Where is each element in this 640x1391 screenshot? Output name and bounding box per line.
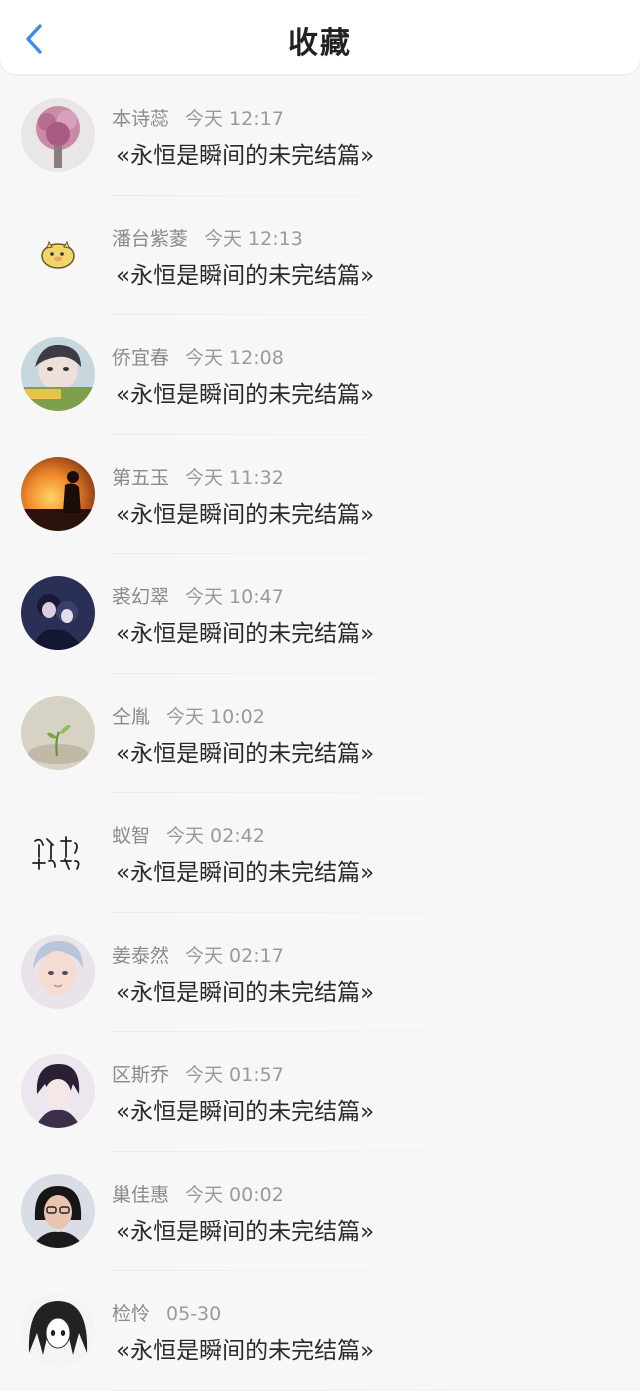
- avatar[interactable]: [21, 456, 95, 531]
- list-item[interactable]: 巢佳惠 今天 00:02 «永恒是瞬间的未完结篇»: [0, 1152, 640, 1271]
- favorites-list: 本诗蕊 今天 12:17 «永恒是瞬间的未完结篇» 潘台紫菱 今天 12:13 «永…: [0, 76, 640, 1391]
- message-text: «永恒是瞬间的未完结篇»: [116, 621, 375, 647]
- timestamp: 今天 00:02: [185, 1183, 284, 1206]
- item-meta: 仝胤 今天 10:02: [112, 702, 265, 729]
- sender-name: 潘台紫菱: [112, 227, 189, 250]
- item-meta: 侨宜春 今天 12:08: [112, 343, 284, 370]
- sender-name: 区斯乔: [112, 1064, 170, 1086]
- list-item[interactable]: 潘台紫菱 今天 12:13 «永恒是瞬间的未完结篇»: [0, 196, 640, 315]
- timestamp: 今天 02:17: [185, 944, 284, 967]
- list-item[interactable]: 第五玉 今天 11:32 «永恒是瞬间的未完结篇»: [0, 435, 640, 554]
- avatar[interactable]: [21, 695, 95, 770]
- avatar[interactable]: [21, 934, 95, 1009]
- avatar[interactable]: [21, 217, 95, 292]
- timestamp: 今天 01:57: [185, 1064, 284, 1086]
- message-text: «永恒是瞬间的未完结篇»: [116, 1099, 375, 1125]
- sender-name: 裘幻翠: [112, 586, 170, 608]
- avatar[interactable]: [21, 1173, 95, 1248]
- avatar[interactable]: [21, 576, 95, 650]
- avatar[interactable]: [21, 337, 95, 411]
- sender-name: 巢佳惠: [112, 1183, 170, 1206]
- list-item[interactable]: 检怜 05-30 «永恒是瞬间的未完结篇»: [0, 1271, 640, 1391]
- sender-name: 第五玉: [112, 466, 170, 489]
- item-meta: 潘台紫菱 今天 12:13: [112, 224, 303, 251]
- item-meta: 第五玉 今天 11:32: [112, 463, 284, 490]
- avatar[interactable]: [21, 98, 95, 172]
- avatar[interactable]: [21, 815, 95, 889]
- sender-name: 检怜: [112, 1303, 151, 1325]
- timestamp: 05-30: [166, 1303, 222, 1325]
- timestamp: 今天 10:47: [185, 586, 284, 608]
- message-text: «永恒是瞬间的未完结篇»: [116, 1218, 375, 1245]
- page-title: 收藏: [288, 26, 352, 61]
- sender-name: 本诗蕊: [112, 108, 170, 130]
- sender-name: 仝胤: [112, 705, 151, 728]
- message-text: «永恒是瞬间的未完结篇»: [116, 860, 375, 886]
- timestamp: 今天 11:32: [185, 466, 284, 489]
- message-text: «永恒是瞬间的未完结篇»: [116, 382, 375, 408]
- list-item[interactable]: 蚁智 今天 02:42 «永恒是瞬间的未完结篇»: [0, 793, 640, 913]
- message-text: «永恒是瞬间的未完结篇»: [116, 143, 375, 169]
- timestamp: 今天 12:13: [204, 227, 303, 250]
- message-text: «永恒是瞬间的未完结篇»: [116, 979, 375, 1006]
- item-meta: 裘幻翠 今天 10:47: [112, 582, 284, 609]
- list-item[interactable]: 侨宜春 今天 12:08 «永恒是瞬间的未完结篇»: [0, 315, 640, 435]
- timestamp: 今天 10:02: [166, 705, 265, 728]
- avatar[interactable]: [21, 1293, 95, 1367]
- divider: [112, 1389, 580, 1391]
- timestamp: 今天 12:17: [185, 108, 284, 130]
- avatar[interactable]: [21, 1054, 95, 1128]
- message-text: «永恒是瞬间的未完结篇»: [116, 501, 375, 528]
- list-item[interactable]: 区斯乔 今天 01:57 «永恒是瞬间的未完结篇»: [0, 1032, 640, 1152]
- sender-name: 侨宜春: [112, 347, 170, 369]
- sender-name: 姜泰然: [112, 944, 170, 967]
- item-meta: 区斯乔 今天 01:57: [112, 1060, 284, 1087]
- item-meta: 巢佳惠 今天 00:02: [112, 1180, 284, 1207]
- timestamp: 今天 12:08: [185, 347, 284, 369]
- item-meta: 本诗蕊 今天 12:17: [112, 104, 284, 131]
- top-bar: 收藏: [0, 0, 640, 74]
- item-meta: 检怜 05-30: [112, 1299, 221, 1326]
- message-text: «永恒是瞬间的未完结篇»: [116, 740, 375, 767]
- message-text: «永恒是瞬间的未完结篇»: [116, 262, 375, 289]
- item-meta: 姜泰然 今天 02:17: [112, 941, 284, 968]
- list-item[interactable]: 本诗蕊 今天 12:17 «永恒是瞬间的未完结篇»: [0, 76, 640, 196]
- item-meta: 蚁智 今天 02:42: [112, 821, 265, 848]
- list-item[interactable]: 裘幻翠 今天 10:47 «永恒是瞬间的未完结篇»: [0, 554, 640, 674]
- sender-name: 蚁智: [112, 825, 151, 847]
- list-item[interactable]: 姜泰然 今天 02:17 «永恒是瞬间的未完结篇»: [0, 913, 640, 1032]
- timestamp: 今天 02:42: [166, 825, 265, 847]
- list-item[interactable]: 仝胤 今天 10:02 «永恒是瞬间的未完结篇»: [0, 674, 640, 793]
- message-text: «永恒是瞬间的未完结篇»: [116, 1338, 375, 1364]
